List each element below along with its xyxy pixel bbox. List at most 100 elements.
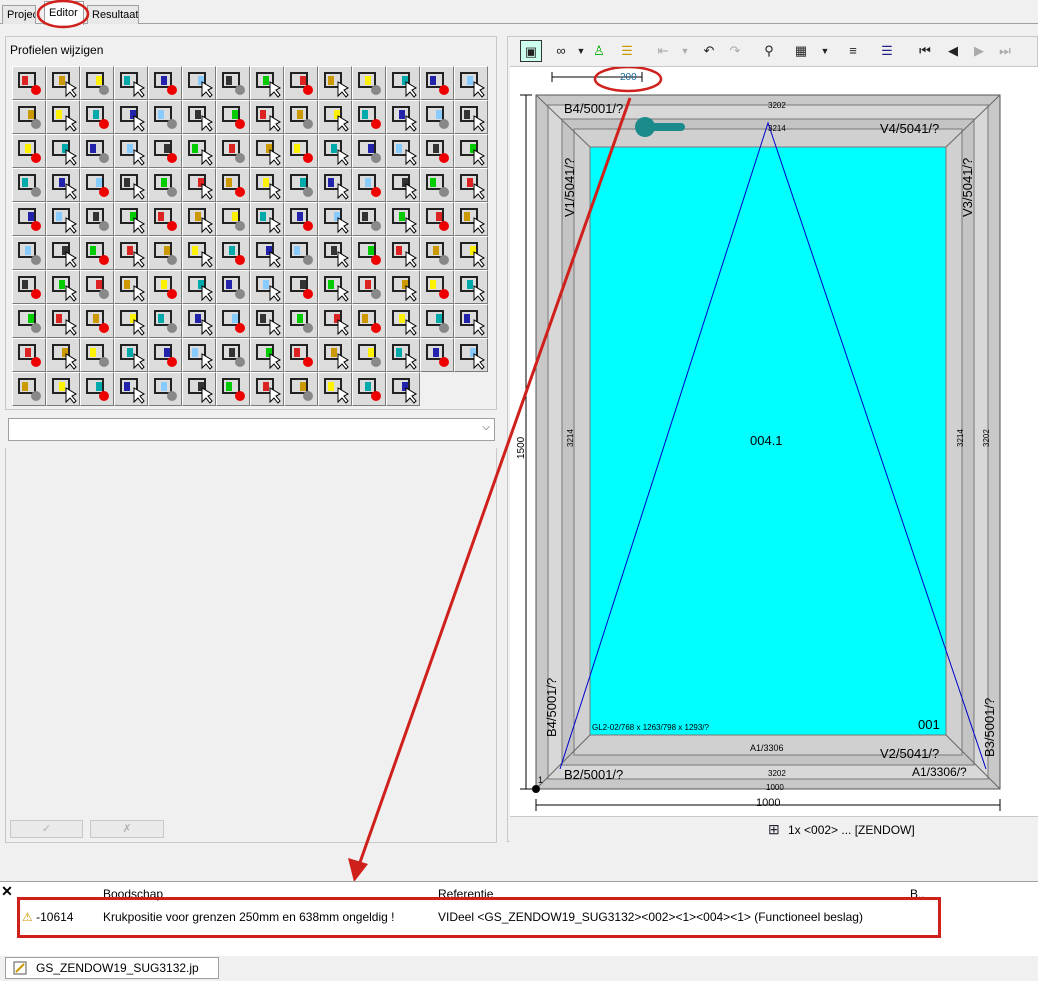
profile-tool-button[interactable] <box>114 372 148 406</box>
profile-tool-button[interactable] <box>250 168 284 202</box>
tab-project[interactable]: Project <box>2 5 36 24</box>
profile-tool-button[interactable] <box>114 304 148 338</box>
align-icon[interactable]: ≡ <box>842 40 864 62</box>
layers-icon[interactable]: ☰ <box>616 40 638 62</box>
profile-tool-button[interactable] <box>148 338 182 372</box>
profile-tool-button[interactable] <box>250 202 284 236</box>
profile-tool-button[interactable] <box>12 372 46 406</box>
profile-tool-button[interactable] <box>12 338 46 372</box>
stretch-icon[interactable]: ⇤ <box>652 40 674 62</box>
profile-tool-button[interactable] <box>284 134 318 168</box>
profile-tool-button[interactable] <box>182 372 216 406</box>
profile-tool-button[interactable] <box>114 168 148 202</box>
profile-tool-button[interactable] <box>148 100 182 134</box>
profile-tool-button[interactable] <box>182 202 216 236</box>
window-view-icon[interactable]: ▣ <box>520 40 542 62</box>
profile-tool-button[interactable] <box>148 304 182 338</box>
profile-tool-button[interactable] <box>46 304 80 338</box>
profile-tool-button[interactable] <box>250 236 284 270</box>
profile-tool-button[interactable] <box>284 338 318 372</box>
profile-tool-button[interactable] <box>216 134 250 168</box>
profile-tool-button[interactable] <box>12 168 46 202</box>
profile-tool-button[interactable] <box>284 100 318 134</box>
profile-tool-button[interactable] <box>148 134 182 168</box>
next-icon[interactable]: ▶ <box>968 40 990 62</box>
profile-tool-button[interactable] <box>114 66 148 100</box>
profile-tool-button[interactable] <box>182 270 216 304</box>
profile-tool-button[interactable] <box>80 134 114 168</box>
profile-tool-button[interactable] <box>80 304 114 338</box>
profile-tool-button[interactable] <box>148 270 182 304</box>
profile-tool-button[interactable] <box>80 270 114 304</box>
profile-tool-button[interactable] <box>46 66 80 100</box>
profile-tool-button[interactable] <box>284 202 318 236</box>
profile-tool-button[interactable] <box>46 134 80 168</box>
profile-tool-button[interactable] <box>46 270 80 304</box>
person-icon[interactable]: ♙ <box>588 40 610 62</box>
profile-tool-button[interactable] <box>12 202 46 236</box>
apply-button[interactable]: ✓ <box>10 820 83 838</box>
profile-tool-button[interactable] <box>46 168 80 202</box>
profile-tool-button[interactable] <box>46 100 80 134</box>
profile-tool-button[interactable] <box>216 66 250 100</box>
profile-tool-button[interactable] <box>182 100 216 134</box>
profile-tool-button[interactable] <box>46 372 80 406</box>
profile-tool-button[interactable] <box>250 66 284 100</box>
profile-tool-button[interactable] <box>114 202 148 236</box>
profile-tool-button[interactable] <box>284 304 318 338</box>
chevron-down-icon[interactable]: ▼ <box>814 40 836 62</box>
cancel-button[interactable]: ✗ <box>90 820 164 838</box>
profile-tool-button[interactable] <box>12 270 46 304</box>
profile-tool-button[interactable] <box>216 270 250 304</box>
profile-tool-button[interactable] <box>80 236 114 270</box>
frame-icon[interactable]: ▦ <box>790 40 812 62</box>
profile-tool-button[interactable] <box>182 304 216 338</box>
last-icon[interactable]: ⏭ <box>994 40 1016 62</box>
profile-tool-button[interactable] <box>182 338 216 372</box>
profile-tool-button[interactable] <box>284 168 318 202</box>
profile-tool-button[interactable] <box>148 66 182 100</box>
profile-tool-button[interactable] <box>216 304 250 338</box>
profile-tool-button[interactable] <box>284 236 318 270</box>
profile-tool-button[interactable] <box>250 100 284 134</box>
profile-tool-button[interactable] <box>114 134 148 168</box>
profile-tool-button[interactable] <box>46 236 80 270</box>
profile-tool-button[interactable] <box>216 338 250 372</box>
profile-tool-button[interactable] <box>216 202 250 236</box>
profile-tool-button[interactable] <box>250 372 284 406</box>
profile-tool-button[interactable] <box>114 270 148 304</box>
profile-tool-button[interactable] <box>114 100 148 134</box>
profile-tool-button[interactable] <box>80 100 114 134</box>
profile-tool-button[interactable] <box>182 66 216 100</box>
profile-tool-button[interactable] <box>12 134 46 168</box>
prev-icon[interactable]: ◀ <box>942 40 964 62</box>
profile-tool-button[interactable] <box>182 236 216 270</box>
profile-tool-button[interactable] <box>216 372 250 406</box>
profile-tool-button[interactable] <box>216 100 250 134</box>
profile-tool-button[interactable] <box>182 168 216 202</box>
profile-tool-button[interactable] <box>148 202 182 236</box>
profile-tool-button[interactable] <box>182 134 216 168</box>
profile-tool-button[interactable] <box>46 338 80 372</box>
profile-tool-button[interactable] <box>80 66 114 100</box>
close-icon[interactable]: ✕ <box>0 884 14 898</box>
glasses-icon[interactable]: ∞ <box>550 40 572 62</box>
profile-tool-button[interactable] <box>216 236 250 270</box>
profile-tool-button[interactable] <box>46 202 80 236</box>
profile-tool-button[interactable] <box>12 236 46 270</box>
profile-tool-button[interactable] <box>148 236 182 270</box>
profile-tool-button[interactable] <box>284 372 318 406</box>
profile-tool-button[interactable] <box>12 66 46 100</box>
profile-tool-button[interactable] <box>12 304 46 338</box>
profile-tool-button[interactable] <box>148 372 182 406</box>
profile-tool-button[interactable] <box>80 338 114 372</box>
tab-resultaat[interactable]: Resultaat <box>87 5 139 24</box>
chevron-down-icon[interactable]: ▼ <box>674 40 696 62</box>
profile-tool-button[interactable] <box>80 168 114 202</box>
profile-tool-button[interactable] <box>114 236 148 270</box>
first-icon[interactable]: ⏮ <box>914 40 936 62</box>
check-icon[interactable]: ☰ <box>876 40 898 62</box>
profile-tool-button[interactable] <box>250 134 284 168</box>
profile-tool-button[interactable] <box>216 168 250 202</box>
profile-tool-button[interactable] <box>284 270 318 304</box>
